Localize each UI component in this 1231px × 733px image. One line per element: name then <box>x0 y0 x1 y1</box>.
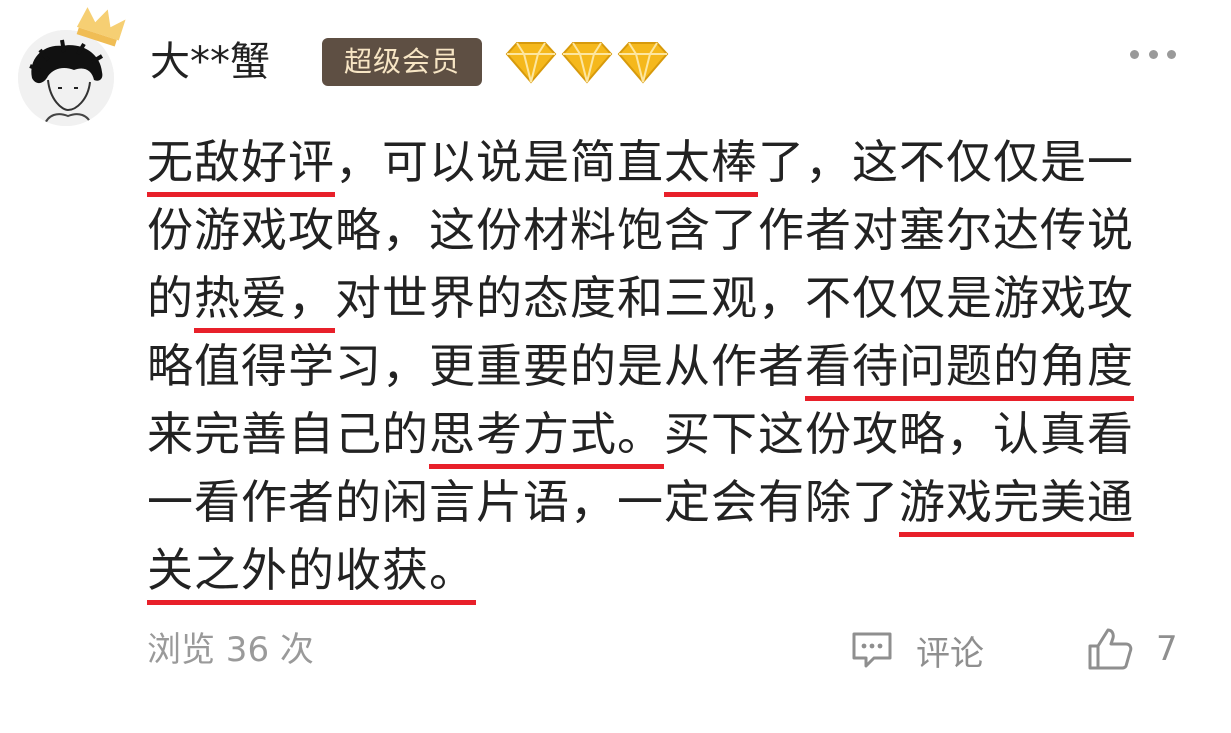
highlighted-phrase: 太棒 <box>664 134 758 197</box>
highlighted-phrase: 关之外的收获。 <box>147 542 476 605</box>
comment-icon <box>852 632 892 668</box>
diamond-icon <box>617 40 669 86</box>
comment-line: 一看作者的闲言片语，一定会有除了游戏完美通 <box>147 468 1147 537</box>
comment-line: 份游戏攻略，这份材料饱含了作者对塞尔达传说 <box>147 196 1147 264</box>
comment-segment: 了，这不仅仅是一 <box>758 135 1134 189</box>
highlighted-phrase: 思考方式。 <box>429 406 664 469</box>
comment-segment: 对世界的态度和三观，不仅仅是游戏攻 <box>335 271 1134 325</box>
more-options-icon[interactable] <box>1130 42 1176 66</box>
comment-line: 关之外的收获。 <box>147 536 1147 605</box>
crown-icon <box>72 4 128 50</box>
like-count: 7 <box>1156 629 1178 669</box>
comment-label: 评论 <box>916 633 984 674</box>
diamond-rating <box>505 40 669 86</box>
highlighted-phrase: 热爱， <box>194 270 335 333</box>
highlighted-phrase: 无敌好评 <box>147 134 335 197</box>
comment-segment: 份游戏攻略，这份材料饱含了作者对塞尔达传说 <box>147 203 1134 257</box>
like-button[interactable]: 7 <box>1086 622 1178 676</box>
comment-segment: 的 <box>147 271 194 325</box>
comment-segment: 一看作者的闲言片语，一定会有除了 <box>147 475 899 529</box>
diamond-icon <box>561 40 613 86</box>
comment-text: 无敌好评，可以说是简直太棒了，这不仅仅是一份游戏攻略，这份材料饱含了作者对塞尔达… <box>147 128 1147 605</box>
comment-line: 来完善自己的思考方式。买下这份攻略，认真看 <box>147 400 1147 469</box>
comment-segment: 来完善自己的 <box>147 407 429 461</box>
vip-badge[interactable]: 超级会员 <box>322 38 482 86</box>
username[interactable]: 大**蟹 <box>150 34 270 90</box>
thumbs-up-icon <box>1088 628 1133 670</box>
comment-line: 的热爱，对世界的态度和三观，不仅仅是游戏攻 <box>147 264 1147 333</box>
comment-segment: ，可以说是简直 <box>335 135 664 189</box>
comment-line: 略值得学习，更重要的是从作者看待问题的角度 <box>147 332 1147 401</box>
comment-segment: 略值得学习，更重要的是从作者 <box>147 339 805 393</box>
diamond-icon <box>505 40 557 86</box>
comment-line: 无敌好评，可以说是简直太棒了，这不仅仅是一 <box>147 128 1147 197</box>
highlighted-phrase: 游戏完美通 <box>899 474 1134 537</box>
comment-button[interactable]: 评论 <box>850 625 984 675</box>
view-count: 浏览 36 次 <box>147 630 314 670</box>
comment-segment: 买下这份攻略，认真看 <box>664 407 1134 461</box>
highlighted-phrase: 看待问题的角度 <box>805 338 1134 401</box>
